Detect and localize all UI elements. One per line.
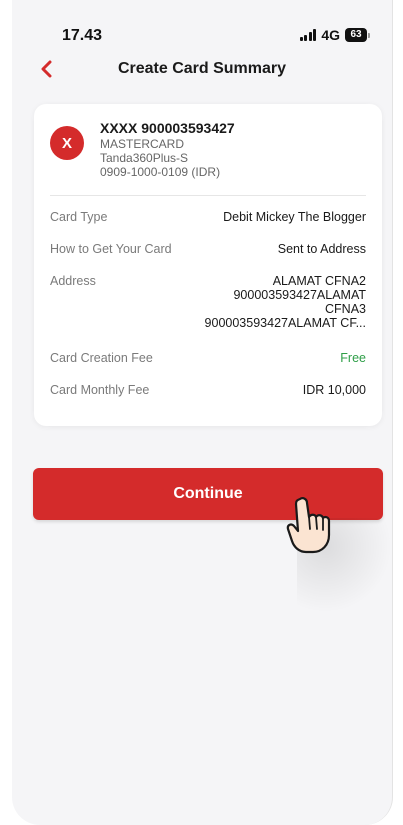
card-info: XXXX 900003593427 MASTERCARD Tanda360Plu…	[100, 120, 235, 179]
nav-bar: Create Card Summary	[12, 52, 392, 86]
card-type-value: Debit Mickey The Blogger	[223, 210, 366, 224]
monthly-fee-value: IDR 10,000	[302, 383, 366, 397]
battery-level: 63	[345, 28, 367, 42]
phone-screen: 17.43 4G 63 Create Card Summary X XXXX 9…	[12, 0, 393, 825]
address-line: 900003593427ALAMAT	[233, 288, 366, 302]
address-line: CFNA3	[325, 302, 366, 316]
creation-fee-value: Free	[340, 351, 366, 365]
status-indicators: 4G 63	[299, 27, 370, 43]
card-account: 0909-1000-0109 (IDR)	[100, 165, 221, 179]
status-time: 17.43	[62, 27, 103, 44]
battery-icon: 63	[345, 28, 370, 42]
delivery-label: How to Get Your Card	[50, 242, 172, 256]
card-product: Tanda360Plus-S	[100, 151, 189, 165]
card-avatar: X	[50, 126, 84, 160]
address-value: ALAMAT CFNA2 900003593427ALAMAT CFNA3 90…	[166, 274, 366, 330]
address-label: Address	[50, 274, 96, 288]
card-number: XXXX 900003593427	[100, 120, 235, 136]
divider	[50, 195, 366, 196]
card-brand: MASTERCARD	[100, 137, 185, 151]
status-bar: 17.43 4G 63	[12, 0, 392, 44]
card-type-label: Card Type	[50, 210, 108, 224]
creation-fee-label: Card Creation Fee	[50, 351, 153, 365]
address-line: ALAMAT CFNA2	[272, 274, 366, 288]
page-title: Create Card Summary	[117, 60, 287, 77]
delivery-value: Sent to Address	[277, 242, 366, 256]
monthly-fee-label: Card Monthly Fee	[50, 383, 150, 397]
address-line: 900003593427ALAMAT CF...	[204, 316, 366, 330]
signal-icon	[299, 29, 317, 41]
summary-card: X XXXX 900003593427 MASTERCARD Tanda360P…	[34, 104, 382, 426]
network-type: 4G	[321, 27, 340, 43]
pointer-hand-icon	[286, 497, 331, 554]
